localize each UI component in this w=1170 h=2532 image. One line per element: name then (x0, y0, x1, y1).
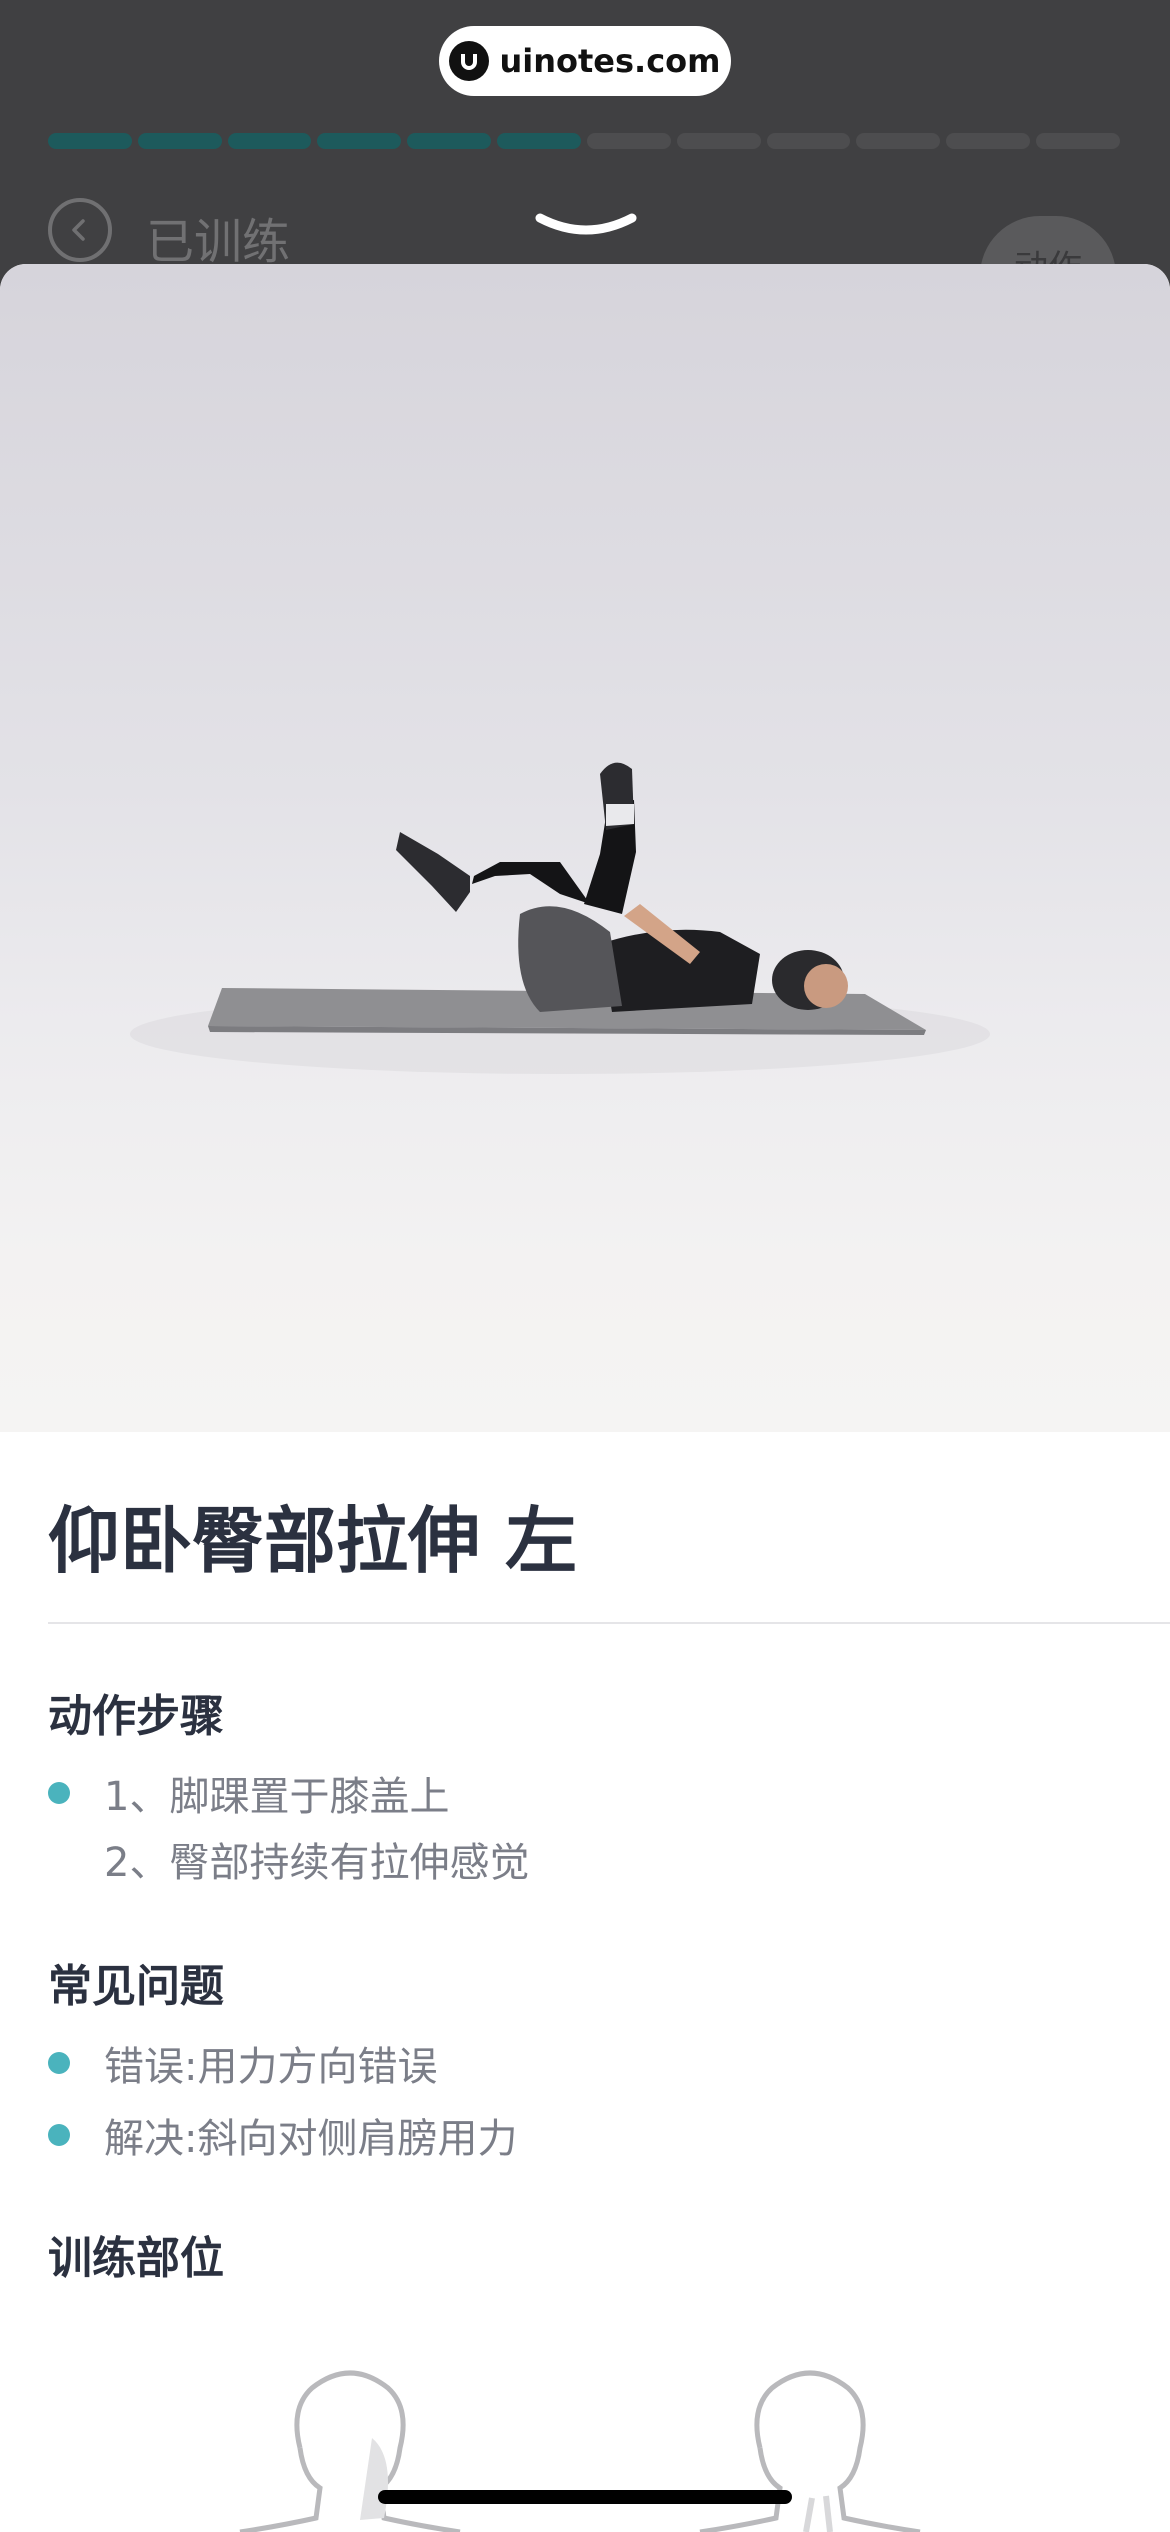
progress-segment (407, 133, 492, 149)
progress-segment (227, 133, 312, 149)
progress-segment (856, 133, 941, 149)
progress-segment (48, 133, 132, 149)
list-item: 错误:用力方向错误 (48, 2034, 437, 2092)
divider (48, 1622, 1170, 1624)
progress-segment (946, 133, 1031, 149)
faq-text: 解决:斜向对侧肩膀用力 (104, 2116, 518, 2162)
progress-segment (676, 133, 761, 149)
workout-progress-bar (48, 133, 1120, 149)
back-button[interactable] (48, 198, 112, 262)
trained-label: 已训练 (146, 214, 291, 270)
faq-text: 错误:用力方向错误 (104, 2044, 438, 2090)
bullet-dot (48, 2052, 70, 2074)
progress-segment (766, 133, 851, 149)
back-arrow-icon (72, 219, 85, 241)
watermark-text: uinotes.com (499, 42, 721, 80)
watermark-badge: uinotes.com (439, 26, 731, 96)
exercise-video[interactable] (0, 264, 1170, 1432)
list-item: 2、臀部持续有拉伸感觉 (48, 1830, 529, 1888)
progress-segment (317, 133, 402, 149)
exercise-detail-sheet: 仰卧臀部拉伸 左 动作步骤 1、脚踝置于膝盖上 2、臀部持续有拉伸感觉 常见问题… (0, 264, 1170, 2532)
muscle-diagram (239, 2370, 921, 2532)
progress-segment (1036, 133, 1120, 149)
list-item: 解决:斜向对侧肩膀用力 (48, 2106, 517, 2164)
chevron-down-icon (535, 213, 637, 235)
exercise-title: 仰卧臀部拉伸 左 (48, 1499, 578, 1583)
step-text: 2、臀部持续有拉伸感觉 (104, 1840, 530, 1886)
steps-section-title: 动作步骤 (48, 1691, 224, 1742)
bullet-dot (48, 2124, 70, 2146)
progress-segment (137, 133, 222, 149)
bullet-dot (48, 1782, 70, 1804)
muscles-section-title: 训练部位 (48, 2233, 224, 2284)
progress-segment (586, 133, 671, 149)
progress-segment (497, 133, 581, 149)
step-text: 1、脚踝置于膝盖上 (104, 1774, 450, 1820)
bullet-spacer (48, 1848, 70, 1870)
faq-section-title: 常见问题 (48, 1961, 224, 2012)
uinotes-logo-icon (449, 41, 490, 81)
list-item: 1、脚踝置于膝盖上 (48, 1764, 449, 1822)
home-indicator (378, 2490, 792, 2504)
collapse-sheet-button[interactable] (532, 208, 640, 244)
